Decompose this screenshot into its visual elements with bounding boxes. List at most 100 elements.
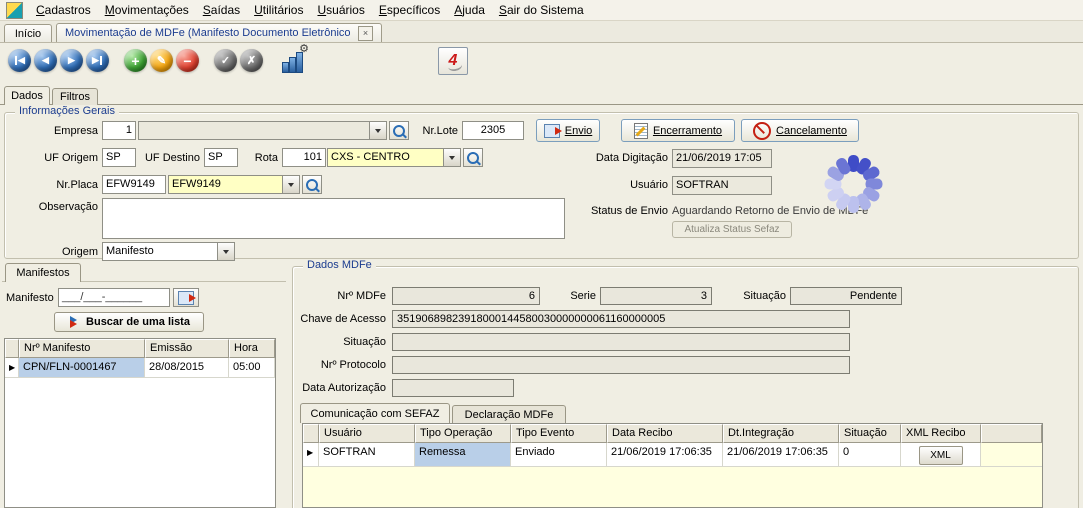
sefaz-grid: Usuário Tipo Operação Tipo Evento Data R… [302,423,1043,508]
origem-combo[interactable]: Manifesto [102,242,235,261]
col-tipo-evento: Tipo Evento [511,424,607,443]
list-arrows-icon [68,316,81,328]
envio-button[interactable]: Envio [536,119,600,142]
manifesto-mask-input[interactable]: ___/___-______ [58,288,170,307]
empresa-input[interactable]: 1 [102,121,136,140]
col-data-recibo: Data Recibo [607,424,723,443]
xml-button[interactable]: XML [919,446,963,465]
softran-logo-button[interactable]: 4 [438,47,468,75]
nrplaca-combo[interactable]: EFW9149 [168,175,300,194]
prev-record-button[interactable]: ◀ [34,49,57,72]
col-tipo-operacao: Tipo Operação [415,424,511,443]
encerramento-button-label: Encerramento [653,125,722,137]
chevron-down-icon[interactable] [282,176,299,193]
cell-hora[interactable]: 05:00 [229,358,275,378]
menu-saidas[interactable]: Saídas [196,1,247,19]
situacao2-value [392,333,850,351]
rota-search-button[interactable] [463,148,483,167]
prev-record-icon: ◀ [42,55,49,66]
uf-origem-input[interactable]: SP [102,148,136,167]
gear-icon: ⚙ [299,42,309,55]
menu-sair[interactable]: Sair do Sistema [492,1,591,19]
close-tab-icon[interactable]: × [358,26,373,41]
chevron-down-icon[interactable] [443,149,460,166]
table-row[interactable]: ▶ CPN/FLN-0001467 28/08/2015 05:00 [5,358,275,378]
add-record-button[interactable]: + [124,49,147,72]
col-filler [981,424,1042,443]
tab-movimentacao-mdfe[interactable]: Movimentação de MDFe (Manifesto Document… [56,23,382,42]
x-icon: ✗ [247,54,256,67]
manifestos-grid-header: Nrº Manifesto Emissão Hora [5,339,275,358]
tab-dados-label: Dados [11,90,43,102]
next-record-button[interactable]: ▶ [60,49,83,72]
chevron-down-icon[interactable] [217,243,234,260]
menu-movimentacoes[interactable]: Movimentações [98,1,196,19]
situacao2-label: Situação [330,336,386,349]
cell-tipo-operacao[interactable]: Remessa [415,443,511,467]
placa-search-button[interactable] [302,175,322,194]
cell-data-recibo[interactable]: 21/06/2019 17:06:35 [607,443,723,467]
buscar-lista-button[interactable]: Buscar de uma lista [54,312,204,332]
nrlote-input[interactable]: 2305 [462,121,524,140]
col-dt-integracao: Dt.Integração [723,424,839,443]
observacao-textarea[interactable] [102,198,565,239]
tab-filtros[interactable]: Filtros [52,88,98,105]
delete-record-button[interactable]: − [176,49,199,72]
menu-ajuda[interactable]: Ajuda [447,1,492,19]
col-situacao: Situação [839,424,901,443]
first-bar-icon [15,56,17,65]
cell-emissao[interactable]: 28/08/2015 [145,358,229,378]
uf-destino-input[interactable]: SP [204,148,238,167]
menu-usuarios[interactable]: Usuários [310,1,371,19]
tab-manifestos[interactable]: Manifestos [5,263,81,282]
rota-code-input[interactable]: 101 [282,148,326,167]
send-icon [544,124,560,138]
tab-dados[interactable]: Dados [4,86,50,105]
empresa-label: Empresa [40,125,98,138]
chave-acesso-label: Chave de Acesso [298,313,386,326]
chevron-down-icon[interactable] [369,122,386,139]
atualiza-status-sefaz-label: Atualiza Status Sefaz [684,224,779,235]
tab-inicio[interactable]: Início [4,24,52,42]
cell-situacao[interactable]: 0 [839,443,901,467]
first-record-button[interactable]: ◀ [8,49,31,72]
last-record-button[interactable]: ▶ [86,49,109,72]
status-envio-label: Status de Envio [582,205,668,218]
menubar: Cadastros Movimentações Saídas Utilitári… [0,0,1083,21]
menu-cadastros[interactable]: Cadastros [29,1,98,19]
rota-combo[interactable]: CXS - CENTRO [327,148,461,167]
cancelamento-button[interactable]: Cancelamento [741,119,859,142]
grid-settings-button[interactable]: ⚙ [280,48,306,74]
edit-record-button[interactable]: ✎ [150,49,173,72]
menu-especificos[interactable]: Específicos [372,1,447,19]
uf-destino-label: UF Destino [138,152,200,165]
table-row[interactable]: ▶ SOFTRAN Remessa Enviado 21/06/2019 17:… [303,443,1042,467]
nrplaca-input[interactable]: EFW9149 [102,175,166,194]
tab-declaracao-mdfe[interactable]: Declaração MDFe [452,405,566,423]
col-emissao: Emissão [145,339,229,358]
tab-filtros-label: Filtros [60,91,90,103]
cancel-button[interactable]: ✗ [240,49,263,72]
app-window: Cadastros Movimentações Saídas Utilitári… [0,0,1083,508]
confirm-button[interactable]: ✓ [214,49,237,72]
empresa-search-button[interactable] [389,121,409,140]
manifesto-go-button[interactable] [173,288,199,307]
col-xml-recibo: XML Recibo [901,424,981,443]
cell-nr-manifesto[interactable]: CPN/FLN-0001467 [19,358,145,378]
menu-utilitarios[interactable]: Utilitários [247,1,310,19]
nrplaca-combo-value: EFW9149 [169,176,282,193]
nr-mdfe-label: Nrº MDFe [328,290,386,303]
tab-comunicacao-sefaz[interactable]: Comunicação com SEFAZ [300,403,450,423]
cell-usuario[interactable]: SOFTRAN [319,443,415,467]
cell-tipo-evento[interactable]: Enviado [511,443,607,467]
chart-bar-icon [289,57,296,73]
atualiza-status-sefaz-button[interactable]: Atualiza Status Sefaz [672,221,792,238]
tab-manifestos-label: Manifestos [16,267,69,279]
minus-icon: − [183,53,191,69]
data-autorizacao-label: Data Autorização [296,382,386,395]
first-record-icon: ◀ [18,55,25,66]
encerramento-button[interactable]: Encerramento [621,119,735,142]
serie-value: 3 [600,287,712,305]
cell-dt-integracao[interactable]: 21/06/2019 17:06:35 [723,443,839,467]
empresa-combo[interactable] [138,121,387,140]
